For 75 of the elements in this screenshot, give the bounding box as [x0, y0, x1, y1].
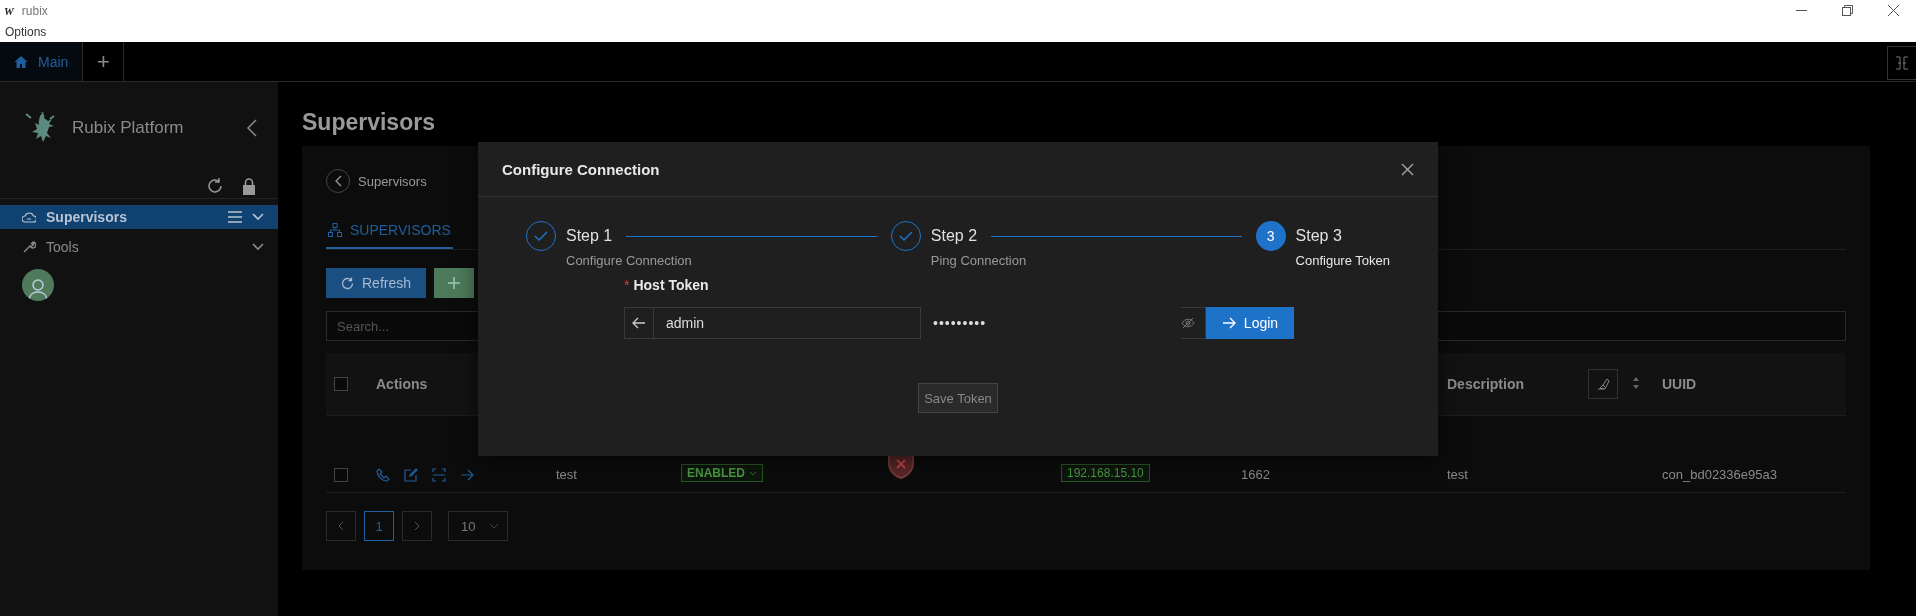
sidebar-item[interactable]: Tools [0, 235, 278, 259]
step-title: Step 1 [566, 227, 613, 245]
list-icon [228, 211, 242, 223]
app-tab[interactable]: + [83, 42, 125, 81]
step-description: Ping Connection [930, 253, 1028, 268]
table-cell-text: test [556, 467, 578, 482]
address-tag: 192.168.15.10 [1061, 464, 1150, 482]
app-logo: W [4, 4, 14, 17]
breadcrumb: Supervisors [358, 173, 427, 189]
back-button[interactable] [624, 307, 654, 339]
lock-icon [242, 177, 256, 195]
column-header: Actions [376, 376, 429, 392]
sort-icon [1632, 375, 1640, 390]
eye-hidden-icon [1181, 317, 1195, 329]
checkbox[interactable] [334, 377, 348, 391]
step-description: Configure Connection [566, 253, 693, 268]
previous-page-button[interactable] [326, 511, 356, 541]
split-icon [1895, 56, 1909, 70]
phone-icon [376, 468, 390, 482]
step-title: Step 3 [1295, 227, 1342, 245]
chevron-left-icon [338, 521, 344, 531]
hierarchy-icon [328, 222, 342, 237]
refresh-icon [206, 177, 224, 195]
brand-name: Rubix Platform [72, 118, 185, 138]
cloud-icon [22, 211, 36, 223]
close-icon [1401, 162, 1414, 176]
menu-item[interactable]: Options [5, 24, 47, 39]
username-field[interactable]: admin [654, 307, 921, 339]
refresh-icon [341, 276, 354, 290]
chevron-right-icon [414, 521, 420, 531]
chevron-down-icon [252, 243, 264, 251]
sidebar-item[interactable]: Supervisors [0, 205, 278, 229]
field-label: Host Token [633, 277, 709, 293]
step-title: Step 2 [930, 227, 978, 245]
close-icon [1887, 5, 1899, 16]
refresh-button[interactable]: Refresh [326, 268, 426, 298]
tab[interactable]: SUPERVISORS [326, 212, 453, 249]
step-number: 3 [1255, 221, 1286, 251]
plus-icon [448, 277, 460, 289]
chevron-down-icon [489, 523, 500, 529]
filter-button[interactable] [1588, 369, 1618, 399]
table-cell-text: test [1447, 467, 1469, 482]
home-icon [14, 54, 28, 69]
checkbox[interactable] [334, 468, 348, 482]
table-cell-text: con_bd02336e95a3 [1662, 467, 1778, 482]
page-title: Supervisors [302, 108, 436, 137]
login-button[interactable]: Login [1206, 307, 1294, 339]
column-header: UUID [1662, 376, 1698, 392]
app-tab[interactable]: Main [0, 42, 84, 81]
brush-icon [1596, 377, 1610, 391]
wrench-icon [22, 240, 36, 254]
column-header: Description [1447, 376, 1525, 392]
required-mark: * [624, 277, 630, 293]
dialog-title: Configure Connection [502, 160, 660, 178]
panel-toggle-button[interactable] [1887, 46, 1916, 80]
collapse-icon [246, 119, 258, 137]
table-cell-text: 1662 [1241, 467, 1271, 482]
chevron-down-icon [749, 470, 757, 476]
edit-icon [404, 468, 418, 482]
scan-icon [432, 468, 446, 482]
avatar-icon[interactable] [22, 269, 54, 301]
arrow-left-icon [632, 317, 646, 329]
next-page-button[interactable] [402, 511, 432, 541]
page-button[interactable]: 1 [364, 511, 394, 541]
page-size-select[interactable]: 10 [448, 511, 508, 541]
chevron-down-icon [252, 213, 264, 221]
step-description: Configure Token [1295, 253, 1390, 268]
restore-icon [1841, 5, 1853, 16]
chevron-left-icon [334, 175, 342, 187]
arrow-right-icon [1221, 317, 1236, 329]
password-field[interactable]: ••••••••• [921, 307, 1206, 339]
arrow-right-icon [460, 468, 474, 482]
window-title: rubix [21, 3, 48, 18]
status-tag: ENABLED [681, 464, 763, 482]
create-button[interactable] [434, 268, 474, 298]
